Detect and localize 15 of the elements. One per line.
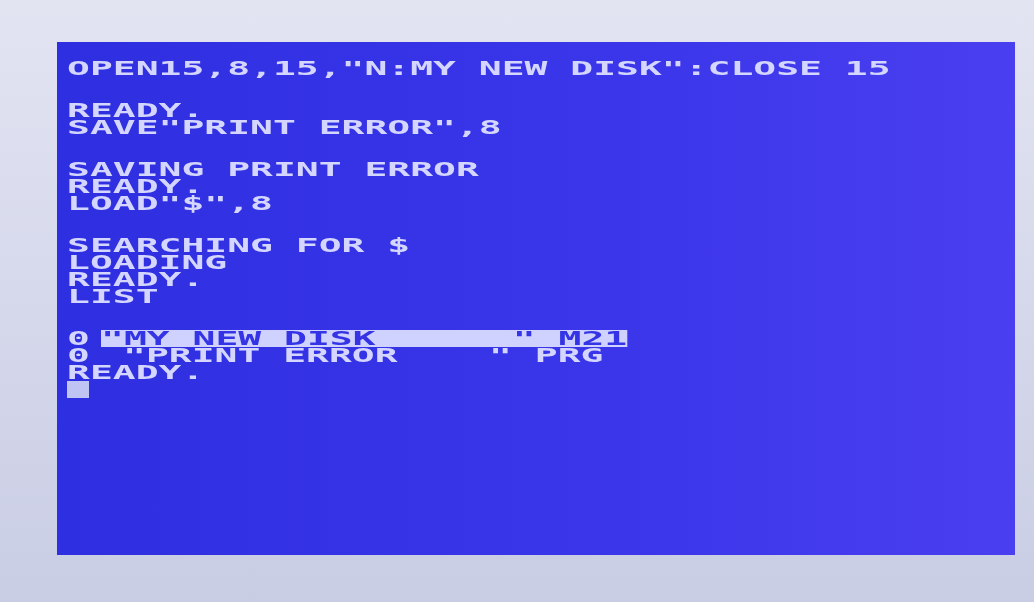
directory-entry: "PRINT ERROR " PRG (123, 347, 604, 364)
terminal-line: SAVE"PRINT ERROR",8 (67, 119, 502, 136)
terminal-line: READY. (67, 271, 205, 288)
block-count: 0 (67, 330, 90, 347)
terminal-line: READY. (67, 364, 205, 381)
terminal-line: READY. (67, 102, 205, 119)
terminal-line: SAVING PRINT ERROR (67, 161, 479, 178)
terminal-line: LOAD"$",8 (67, 195, 273, 212)
block-count: 0 (67, 347, 90, 364)
terminal-line: SEARCHING FOR $ (67, 237, 411, 254)
terminal-line: OPEN15,8,15,"N:MY NEW DISK":CLOSE 15 (67, 60, 891, 77)
terminal-line: READY. (67, 178, 205, 195)
terminal-line: LIST (67, 288, 159, 305)
disk-header: "MY NEW DISK " M21 (101, 330, 628, 347)
terminal-line: LOADING (67, 254, 228, 271)
